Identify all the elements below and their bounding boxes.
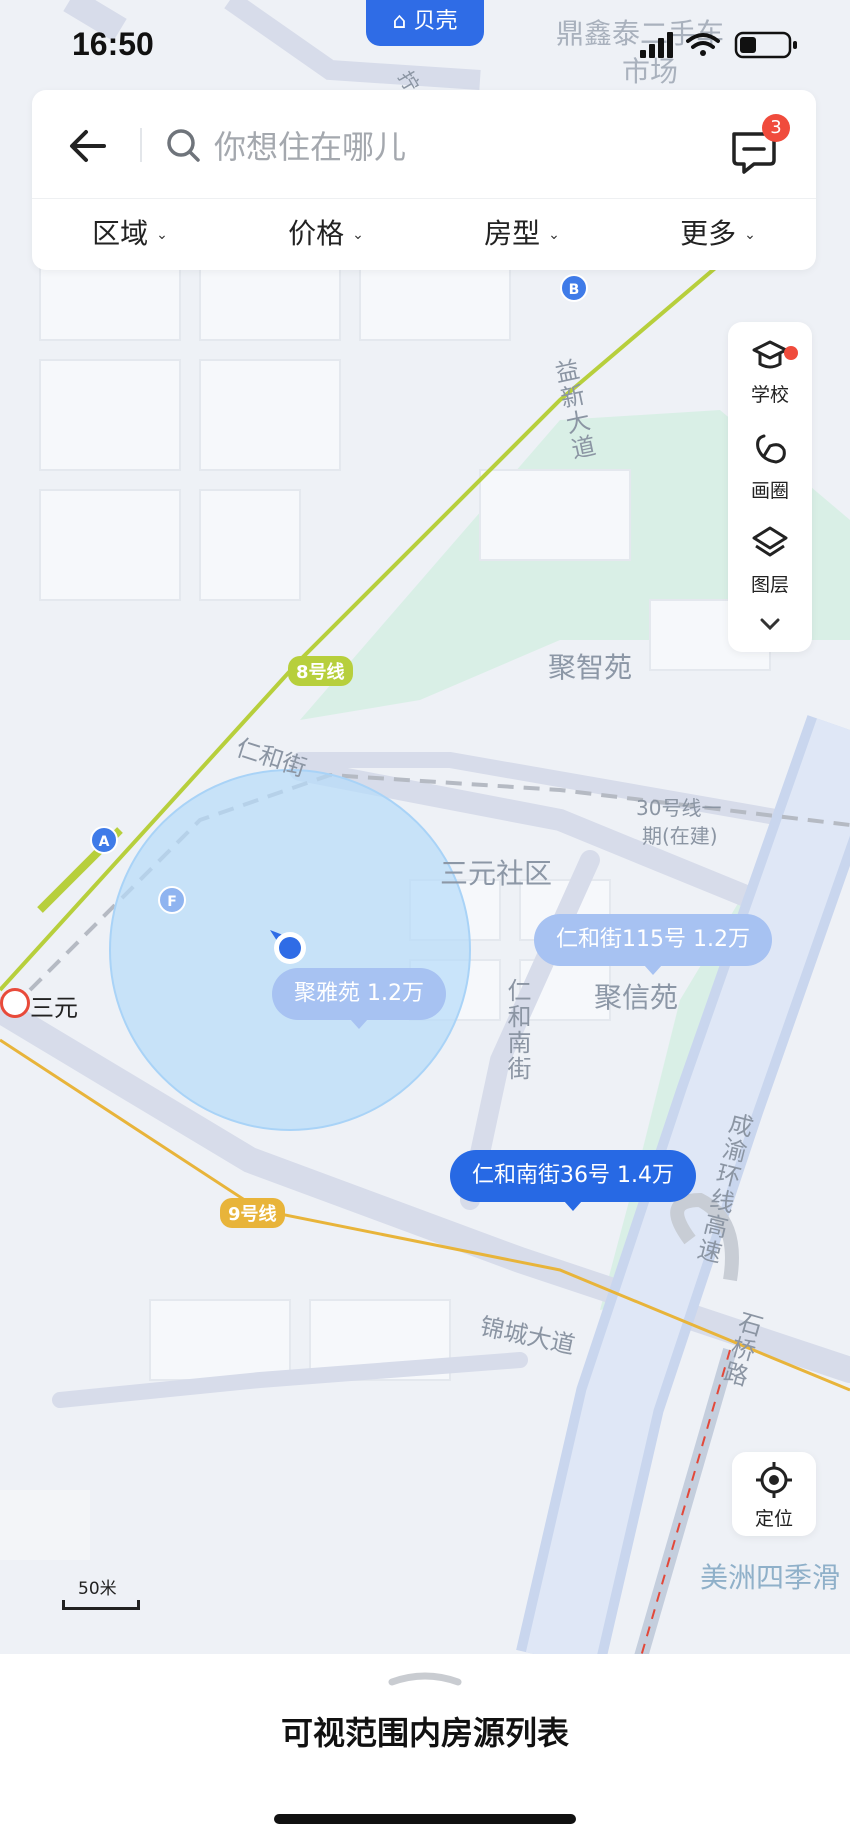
messages-button[interactable]: 3 <box>724 114 796 178</box>
status-bar: 16:50 ⌂ 贝壳 <box>0 0 850 90</box>
chevron-down-icon: ⌄ <box>744 227 756 243</box>
filter-area-label: 区域 <box>92 217 149 250</box>
draw-circle-icon <box>756 434 786 464</box>
status-time: 16:50 <box>72 26 154 62</box>
metro-line-30-label-2: 期(在建) <box>642 824 718 848</box>
tool-school[interactable]: 学校 <box>728 338 812 407</box>
filter-more[interactable]: 更多 ⌄ <box>620 199 816 271</box>
community-label-juzhi: 聚智苑 <box>548 651 633 684</box>
sheet-drag-handle[interactable] <box>386 1668 464 1688</box>
filter-area[interactable]: 区域 ⌄ <box>32 199 228 271</box>
tool-school-label: 学校 <box>750 384 789 406</box>
brand-logo-icon: ⌂ <box>392 9 407 34</box>
chevron-down-icon <box>760 618 780 631</box>
cellular-signal-icon <box>640 32 673 58</box>
tool-draw-label: 画圈 <box>750 480 789 502</box>
filter-more-label: 更多 <box>680 217 737 250</box>
home-indicator[interactable] <box>274 1814 576 1824</box>
brand-name: 贝壳 <box>413 9 458 34</box>
header-divider <box>140 128 142 162</box>
chevron-down-icon: ⌄ <box>548 227 560 243</box>
tool-layers-label: 图层 <box>750 574 789 596</box>
back-button[interactable] <box>62 116 122 176</box>
filter-price-label: 价格 <box>288 217 345 250</box>
chevron-down-icon: ⌄ <box>352 227 364 243</box>
status-icons <box>640 31 797 59</box>
filter-room-type-label: 房型 <box>484 217 541 250</box>
listing-tag-juyayuan[interactable]: 聚雅苑 1.2万 <box>272 968 446 1029</box>
battery-icon <box>734 31 797 59</box>
tool-panel-expand[interactable] <box>728 612 812 640</box>
poi-marker-b[interactable]: B <box>560 274 588 302</box>
listing-tag-renhe-south-36[interactable]: 仁和南街36号 1.4万 <box>450 1150 696 1211</box>
layers-icon <box>752 526 788 557</box>
metro-station-label: 三元 <box>30 994 78 1022</box>
screen: 拧 鼎鑫泰二手车 市场 益新大道 仁和街 仁和南街 锦城大道 成渝环线高速 石桥… <box>0 0 850 1840</box>
filter-bar: 区域 ⌄ 价格 ⌄ 房型 ⌄ 更多 ⌄ <box>32 198 816 271</box>
metro-station-icon <box>0 988 30 1018</box>
listing-bottom-sheet[interactable]: 可视范围内房源列表 <box>0 1654 850 1840</box>
metro-line-9-badge: 9号线 <box>220 1198 285 1228</box>
map-scale-bar: 50米 <box>62 1574 142 1614</box>
message-count-badge: 3 <box>762 114 790 142</box>
search-icon <box>167 129 200 162</box>
back-arrow-icon <box>70 130 106 162</box>
metro-line-8-badge: 8号线 <box>288 656 353 686</box>
poi-marker-a[interactable]: A <box>90 826 118 854</box>
poi-label-meizhou: 美洲四季滑 <box>700 1561 841 1594</box>
wifi-icon <box>686 33 720 56</box>
poi-marker-f[interactable]: F <box>158 886 186 914</box>
community-label-sanyuan: 三元社区 <box>440 857 553 890</box>
brand-pill: ⌂ 贝壳 <box>366 0 484 46</box>
locate-button[interactable]: 定位 <box>732 1452 816 1536</box>
metro-line-30-label: 30号线一 <box>636 796 722 820</box>
filter-room-type[interactable]: 房型 ⌄ <box>424 199 620 271</box>
locate-label: 定位 <box>754 1508 793 1530</box>
chevron-down-icon: ⌄ <box>156 227 168 243</box>
filter-price[interactable]: 价格 ⌄ <box>228 199 424 271</box>
tool-layers[interactable]: 图层 <box>728 524 812 597</box>
road-label-renhe-south: 仁和南街 <box>503 978 531 1082</box>
scale-ruler <box>62 1600 140 1610</box>
search-header-card: 3 区域 ⌄ 价格 ⌄ 房型 ⌄ 更多 ⌄ <box>32 90 816 270</box>
listing-tag-renhe-115[interactable]: 仁和街115号 1.2万 <box>534 914 772 975</box>
community-label-juxin: 聚信苑 <box>594 981 679 1014</box>
search-input[interactable] <box>212 118 636 176</box>
scale-label: 50米 <box>78 1579 117 1599</box>
sheet-title: 可视范围内房源列表 <box>280 1714 569 1752</box>
tool-draw-circle[interactable]: 画圈 <box>728 430 812 503</box>
map-tool-panel: 学校 画圈 图层 <box>728 322 812 652</box>
crosshair-icon <box>756 1462 792 1498</box>
notification-dot <box>784 346 798 360</box>
